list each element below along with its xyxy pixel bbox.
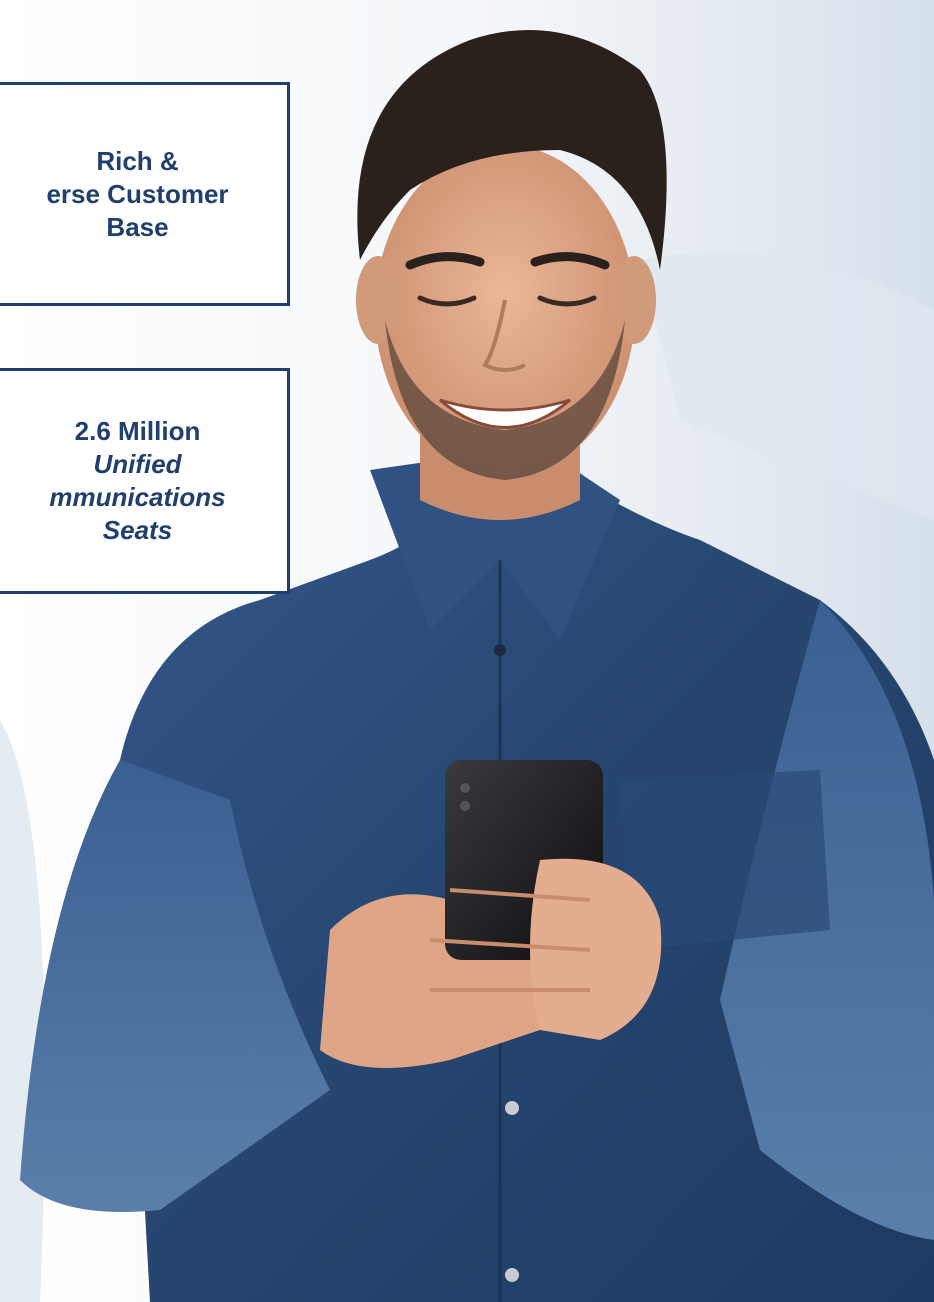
stat-box-customer-base: Rich & erse Customer Base [0, 82, 290, 306]
stat-line: Unified [93, 449, 182, 479]
stat-line: Rich & [96, 145, 179, 176]
stat-line: mmunications [49, 482, 226, 512]
stat-line: erse Customer [46, 178, 229, 209]
stat-line: Seats [102, 515, 173, 545]
stat-box-uc-seats: 2.6 Million Unified mmunications Seats [0, 368, 290, 594]
stat-line: Base [106, 211, 169, 242]
stat-value: 2.6 Million [74, 416, 201, 446]
